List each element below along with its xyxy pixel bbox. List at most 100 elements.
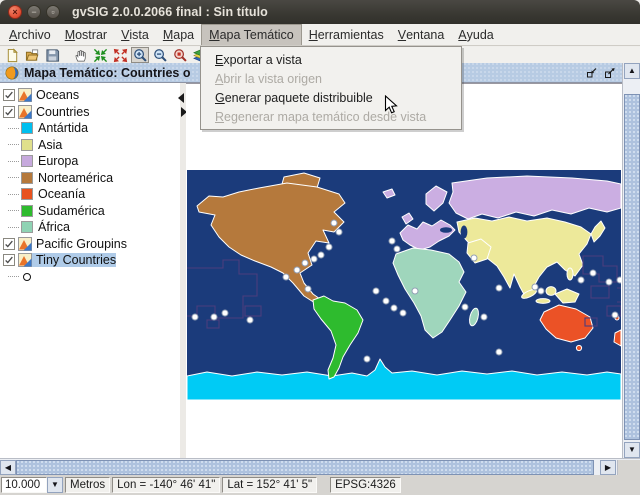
tree-connector [8, 177, 19, 178]
legend-label: Antártida [38, 121, 88, 135]
statusbar: 10.000 ▼ Metros Lon = -140° 46' 41" Lat … [0, 475, 640, 495]
gvsig-application-window: × − ▫ gvSIG 2.0.0.2066 final : Sin títul… [0, 0, 640, 495]
tree-connector [8, 227, 19, 228]
pan-tool-icon[interactable] [71, 47, 89, 63]
horizontal-scrollbar[interactable]: ◀ ▶ [0, 458, 640, 475]
zoom-extent-icon[interactable] [91, 47, 109, 63]
minimize-icon[interactable]: − [27, 5, 41, 19]
zoom-out-icon[interactable] [151, 47, 169, 63]
legend-row-europa[interactable]: Europa [0, 153, 180, 170]
black-sea [440, 227, 452, 233]
layer-row-oceans[interactable]: Oceans [0, 87, 180, 104]
legend-label: Asia [38, 138, 62, 152]
document-window-content: Oceans Countries Antártida Asia [0, 83, 622, 458]
menu-item-regenerar-mapa-tematico: Regenerar mapa temático desde vista [201, 107, 461, 126]
layer-checkbox[interactable] [3, 254, 15, 266]
philippines-shape [567, 268, 573, 280]
legend-swatch [21, 205, 33, 217]
menu-item-abrir-la-vista-origen: Abrir la vista origen [201, 69, 461, 88]
menu-ventana[interactable]: Ventana [391, 24, 452, 45]
legend-swatch [21, 155, 33, 167]
layer-label: Oceans [36, 88, 79, 102]
legend-label: África [38, 220, 70, 234]
menu-herramientas[interactable]: Herramientas [302, 24, 391, 45]
latitude-readout: Lat = 152° 41' 5" [222, 477, 317, 493]
os-titlebar: × − ▫ gvSIG 2.0.0.2066 final : Sin títul… [0, 0, 640, 24]
world-map[interactable] [187, 170, 621, 400]
layer-label: Tiny Countries [36, 253, 116, 267]
tree-connector [8, 144, 19, 145]
legend-label: Europa [38, 154, 78, 168]
legend-label: Oceanía [38, 187, 85, 201]
units-box: Metros [65, 477, 110, 493]
splitter-collapse-left-icon[interactable] [178, 93, 184, 103]
restore-window-icon[interactable] [586, 67, 598, 79]
close-icon[interactable]: × [8, 5, 22, 19]
document-window-title: Mapa Temático: Countries o [24, 66, 190, 80]
legend-row-point-symbol[interactable] [0, 269, 180, 286]
epsg-badge: EPSG:4326 [330, 477, 401, 493]
menu-mapa[interactable]: Mapa [156, 24, 201, 45]
legend-row-africa[interactable]: África [0, 219, 180, 236]
tree-connector [8, 194, 19, 195]
horizontal-scrollbar-thumb[interactable] [16, 460, 594, 475]
layer-icon [18, 237, 32, 251]
legend-row-sudamerica[interactable]: Sudamérica [0, 203, 180, 220]
maximize-window-icon[interactable] [604, 67, 616, 79]
layer-checkbox[interactable] [3, 106, 15, 118]
scroll-down-icon[interactable]: ▼ [624, 442, 640, 458]
layer-label: Countries [36, 105, 90, 119]
legend-swatch [21, 188, 33, 200]
scroll-right-icon[interactable]: ▶ [600, 460, 616, 475]
menu-mapa-tematico[interactable]: Mapa Temático [201, 24, 302, 45]
legend-row-norteamerica[interactable]: Norteamérica [0, 170, 180, 187]
legend-row-oceania[interactable]: Oceanía [0, 186, 180, 203]
tree-connector [8, 210, 19, 211]
point-symbol-icon [23, 273, 31, 281]
scroll-left-icon[interactable]: ◀ [0, 460, 16, 475]
layer-label: Pacific Groupins [36, 237, 127, 251]
new-document-icon[interactable] [3, 47, 21, 63]
layer-icon [18, 105, 32, 119]
layer-row-pacific-groupins[interactable]: Pacific Groupins [0, 236, 180, 253]
vertical-scrollbar-thumb[interactable] [624, 94, 640, 440]
map-view[interactable] [186, 83, 622, 458]
zoom-previous-icon[interactable] [111, 47, 129, 63]
scale-dropdown-icon[interactable]: ▼ [47, 477, 63, 493]
longitude-readout: Lon = -140° 46' 41" [112, 477, 220, 493]
legend-swatch [21, 139, 33, 151]
scrollbar-corner [617, 460, 640, 476]
layer-row-countries[interactable]: Countries [0, 104, 180, 121]
legend-row-asia[interactable]: Asia [0, 137, 180, 154]
window-title: gvSIG 2.0.0.2066 final : Sin título [72, 5, 268, 19]
menu-archivo[interactable]: Archivo [2, 24, 58, 45]
menubar: Archivo Mostrar Vista Mapa Mapa Temático… [0, 24, 640, 46]
layer-checkbox[interactable] [3, 238, 15, 250]
mouse-cursor-icon [384, 95, 398, 115]
vertical-scrollbar[interactable]: ▲ ▼ [622, 63, 640, 458]
zoom-selection-icon[interactable] [171, 47, 189, 63]
menu-mostrar[interactable]: Mostrar [58, 24, 114, 45]
menu-item-generar-paquete-distribuible[interactable]: Generar paquete distribuible [201, 88, 461, 107]
menu-item-exportar-a-vista[interactable]: Exportar a vista [201, 50, 461, 69]
menu-vista[interactable]: Vista [114, 24, 156, 45]
layer-row-tiny-countries[interactable]: Tiny Countries [0, 252, 180, 269]
caspian-sea [461, 226, 468, 239]
tree-connector [8, 161, 19, 162]
save-icon[interactable] [43, 47, 61, 63]
scale-input[interactable]: 10.000 [1, 477, 47, 493]
menu-ayuda[interactable]: Ayuda [451, 24, 500, 45]
maximize-icon[interactable]: ▫ [46, 5, 60, 19]
open-project-icon[interactable] [23, 47, 41, 63]
layer-icon [18, 88, 32, 102]
selected-layer-highlight: Tiny Countries [18, 253, 116, 267]
layer-checkbox[interactable] [3, 89, 15, 101]
java-shape [536, 299, 550, 304]
legend-row-antartida[interactable]: Antártida [0, 120, 180, 137]
tree-connector [8, 128, 19, 129]
zoom-in-icon[interactable] [131, 47, 149, 63]
scroll-up-icon[interactable]: ▲ [624, 63, 640, 79]
layer-icon [18, 253, 32, 267]
legend-label: Norteamérica [38, 171, 113, 185]
legend-swatch [21, 122, 33, 134]
